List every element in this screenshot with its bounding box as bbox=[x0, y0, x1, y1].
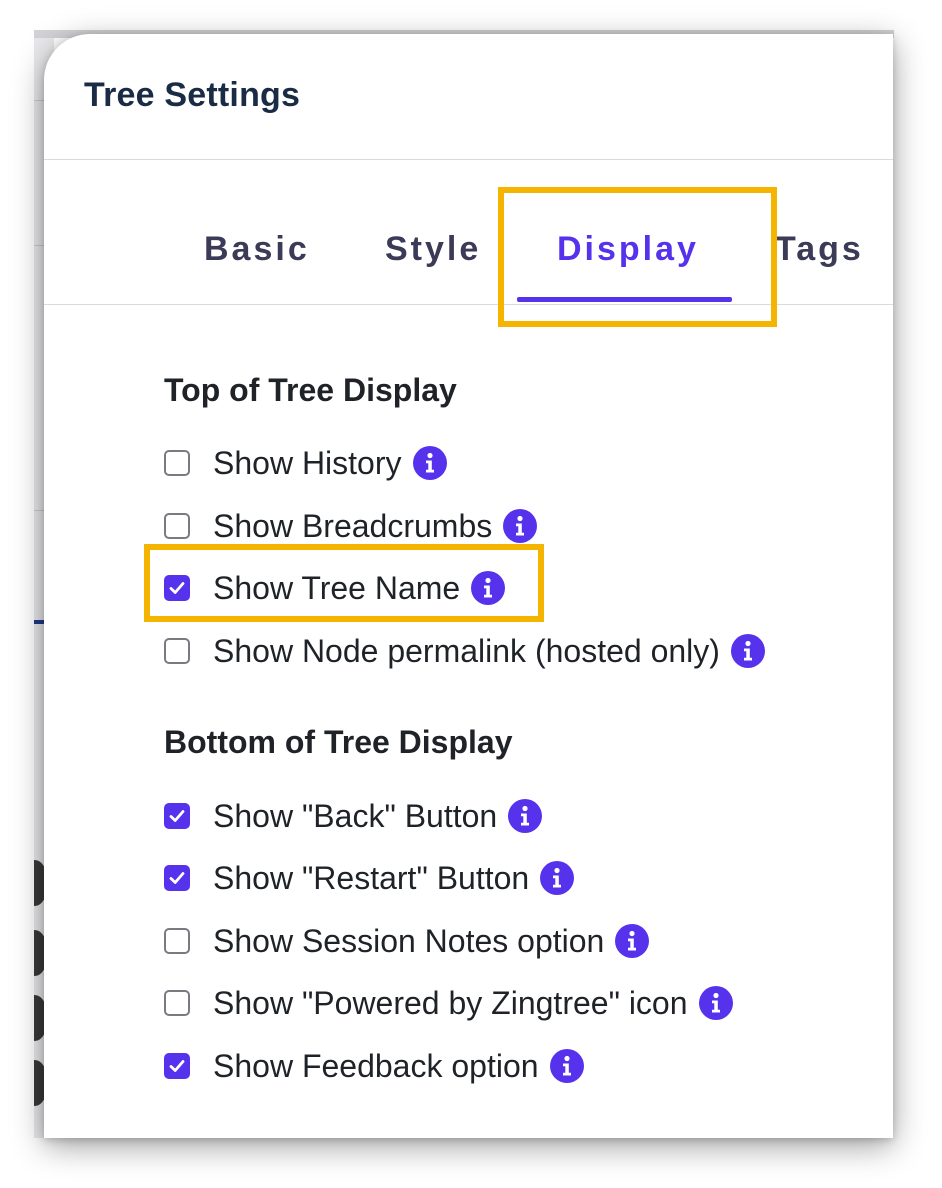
checkbox[interactable] bbox=[164, 803, 190, 829]
option-show-back-button[interactable]: Show "Back" Button bbox=[164, 796, 543, 836]
info-icon[interactable] bbox=[503, 509, 538, 543]
section-title-top: Top of Tree Display bbox=[164, 372, 457, 408]
checkbox[interactable] bbox=[164, 638, 190, 664]
option-show-node-permalink[interactable]: Show Node permalink (hosted only) bbox=[164, 631, 765, 671]
info-icon[interactable] bbox=[471, 571, 506, 605]
info-icon[interactable] bbox=[508, 799, 543, 833]
active-tab-indicator bbox=[517, 297, 732, 302]
tab-display[interactable]: Display bbox=[557, 230, 699, 269]
option-show-restart-button[interactable]: Show "Restart" Button bbox=[164, 858, 575, 898]
check-icon bbox=[169, 582, 185, 594]
modal-header: Tree Settings bbox=[44, 34, 893, 160]
option-label: Show History bbox=[213, 444, 402, 481]
option-label: Show "Back" Button bbox=[213, 797, 498, 834]
checkbox[interactable] bbox=[164, 1053, 190, 1079]
tab-basic[interactable]: Basic bbox=[204, 230, 310, 269]
checkbox[interactable] bbox=[164, 865, 190, 891]
tab-tags[interactable]: Tags bbox=[775, 230, 864, 269]
option-label: Show Session Notes option bbox=[213, 922, 605, 959]
option-label: Show Node permalink (hosted only) bbox=[213, 632, 720, 669]
option-show-breadcrumbs[interactable]: Show Breadcrumbs bbox=[164, 506, 538, 546]
info-icon[interactable] bbox=[730, 634, 765, 668]
option-show-history[interactable]: Show History bbox=[164, 443, 447, 483]
option-label: Show Feedback option bbox=[213, 1047, 539, 1084]
option-label: Show Tree Name bbox=[213, 569, 461, 606]
tree-settings-modal: Tree Settings Basic Style Display Tags T… bbox=[44, 34, 893, 1138]
info-icon[interactable] bbox=[549, 1049, 584, 1083]
info-icon[interactable] bbox=[540, 861, 575, 895]
option-label: Show "Powered by Zingtree" icon bbox=[213, 984, 688, 1021]
modal-title: Tree Settings bbox=[84, 76, 301, 114]
checkbox[interactable] bbox=[164, 575, 190, 601]
option-show-session-notes[interactable]: Show Session Notes option bbox=[164, 921, 650, 961]
info-icon[interactable] bbox=[698, 986, 733, 1020]
section-title-bottom: Bottom of Tree Display bbox=[164, 724, 513, 760]
tab-style[interactable]: Style bbox=[385, 230, 481, 269]
checkbox[interactable] bbox=[164, 450, 190, 476]
info-icon[interactable] bbox=[615, 924, 650, 958]
option-label: Show Breadcrumbs bbox=[213, 507, 493, 544]
option-label: Show "Restart" Button bbox=[213, 859, 530, 896]
check-icon bbox=[169, 810, 185, 822]
check-icon bbox=[169, 1060, 185, 1072]
tab-bar: Basic Style Display Tags bbox=[44, 160, 893, 305]
option-show-feedback[interactable]: Show Feedback option bbox=[164, 1046, 584, 1086]
check-icon bbox=[169, 872, 185, 884]
option-show-tree-name[interactable]: Show Tree Name bbox=[164, 568, 506, 608]
checkbox[interactable] bbox=[164, 928, 190, 954]
checkbox[interactable] bbox=[164, 990, 190, 1016]
info-icon[interactable] bbox=[412, 446, 447, 480]
option-show-powered-by[interactable]: Show "Powered by Zingtree" icon bbox=[164, 983, 733, 1023]
checkbox[interactable] bbox=[164, 513, 190, 539]
